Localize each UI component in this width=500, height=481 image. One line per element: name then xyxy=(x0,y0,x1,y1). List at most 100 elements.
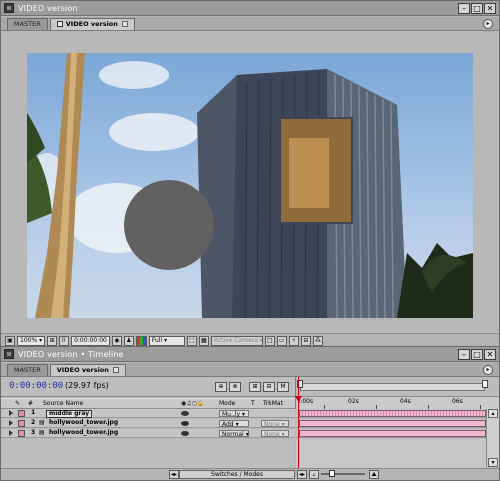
window-controls: – □ ✕ xyxy=(458,3,496,14)
always-preview-icon[interactable]: ▣ xyxy=(5,335,15,346)
timeline-window-title: VIDEO version • Timeline xyxy=(18,349,124,359)
timeline-footer: ◂▸ Switches / Modes ◂▸ ▵ ⛰ xyxy=(1,468,499,480)
tab-label: VIDEO version xyxy=(65,20,118,28)
zoom-out-icon[interactable]: ▵ xyxy=(309,470,319,479)
layer-source-name[interactable]: middle gray xyxy=(46,409,93,418)
switches-modes-toggle[interactable]: Switches / Modes xyxy=(179,470,295,479)
track-matte-dropdown[interactable]: None xyxy=(261,419,289,428)
label-color-swatch[interactable] xyxy=(18,419,25,427)
scroll-down-icon[interactable]: ▾ xyxy=(488,458,498,467)
snapshot-icon[interactable]: ◉ xyxy=(111,335,122,346)
layer-row[interactable]: 1 middle gray Mu..ly xyxy=(1,409,295,418)
time-ruler[interactable]: ):00s 02s 04s 06s xyxy=(295,377,499,409)
eye-icon[interactable] xyxy=(181,410,189,416)
magnification-dropdown[interactable]: 100% ▾ xyxy=(17,335,46,346)
layer-source-name[interactable]: hollywood_tower.jpg xyxy=(49,419,118,427)
layer-duration-bar[interactable] xyxy=(299,420,486,427)
mode-switch-icon[interactable]: ⊗ xyxy=(229,382,241,392)
app-icon xyxy=(4,349,14,359)
layer-column-header: ✎ # Source Name ◉♫○🔒 Mode T TrkMat xyxy=(1,398,295,409)
view-layout-icon[interactable]: □ xyxy=(264,335,275,346)
comp-window-title: VIDEO version xyxy=(18,3,78,13)
region-of-interest-icon[interactable]: ⬚ xyxy=(186,335,197,346)
safe-zones-icon[interactable]: ⊞ xyxy=(47,335,58,346)
vertical-scrollbar[interactable]: ▴ ▾ xyxy=(486,409,499,467)
expand-triangle-icon[interactable] xyxy=(9,410,13,416)
label-color-swatch[interactable] xyxy=(18,429,25,437)
resolution-dropdown[interactable]: Full ▾ xyxy=(148,335,185,346)
comp-title-bar[interactable]: VIDEO version – □ ✕ xyxy=(1,1,499,16)
resolution-value: Full xyxy=(151,336,163,344)
ruler-tick-label: ):00s xyxy=(298,398,314,405)
tab-label: MASTER xyxy=(14,20,41,28)
track-matte-dropdown[interactable]: None xyxy=(261,429,289,438)
expand-triangle-icon[interactable] xyxy=(9,420,13,426)
mask-view-icon[interactable]: ⌷ xyxy=(59,335,70,346)
timeline-tab-bar: MASTER VIDEO version ▸ xyxy=(1,363,499,377)
motion-blur-icon[interactable]: ⊟ xyxy=(263,382,275,392)
tab-video-version[interactable]: VIDEO version xyxy=(49,364,126,376)
label-color-swatch[interactable] xyxy=(18,409,25,417)
eye-icon[interactable] xyxy=(181,420,189,426)
layer-duration-bar[interactable] xyxy=(299,430,486,437)
layer-row[interactable]: 2 ▤ hollywood_tower.jpg Add None xyxy=(1,419,295,428)
trkmat-column-header: TrkMat xyxy=(263,400,283,407)
navigator-end-handle[interactable] xyxy=(482,380,488,388)
marker-icon[interactable]: M xyxy=(277,382,289,392)
composition-viewer[interactable] xyxy=(27,53,473,318)
minimize-icon[interactable]: – xyxy=(458,3,470,14)
layer-duration-bar[interactable] xyxy=(299,410,486,417)
middle-gray-circle[interactable] xyxy=(124,180,214,270)
show-snapshot-icon[interactable]: ♟ xyxy=(123,335,134,346)
maximize-icon[interactable]: □ xyxy=(471,3,483,14)
ruler-strip[interactable]: ):00s 02s 04s 06s xyxy=(296,396,499,409)
tab-master[interactable]: MASTER xyxy=(7,364,48,376)
source-name-column-header[interactable]: Source Name xyxy=(43,400,83,407)
fast-previews-icon[interactable]: ⚡ xyxy=(288,335,299,346)
zoom-slider-thumb[interactable] xyxy=(329,470,335,477)
tab-master[interactable]: MASTER xyxy=(7,18,48,30)
t-column-header: T xyxy=(251,400,255,407)
panel-menu-icon[interactable]: ▸ xyxy=(483,365,493,375)
ruler-tick-label: 04s xyxy=(400,398,411,405)
panel-menu-icon[interactable]: ▸ xyxy=(483,19,493,29)
comp-footer-bar: ▣ 100% ▾ ⊞ ⌷ 0:00:00:00 ◉ ♟ Full ▾ ⬚ ▦ A… xyxy=(1,333,499,347)
eye-icon[interactable] xyxy=(181,430,189,436)
zoom-in-icon[interactable]: ⛰ xyxy=(369,470,379,479)
layer-duration-track xyxy=(296,419,486,428)
pixel-aspect-icon[interactable]: ▭ xyxy=(276,335,287,346)
timeline-title-bar[interactable]: VIDEO version • Timeline – □ ✕ xyxy=(1,347,499,362)
expand-panel-icon[interactable]: ◂▸ xyxy=(297,470,308,479)
tab-close-icon[interactable] xyxy=(112,367,119,373)
timeline-tools: ⊕ ⊗ ⊞ ⊟ M xyxy=(215,382,289,392)
blend-mode-dropdown[interactable]: Add xyxy=(219,419,249,428)
maximize-icon[interactable]: □ xyxy=(471,349,483,360)
tab-video-version[interactable]: VIDEO version xyxy=(49,18,135,30)
channel-icon[interactable] xyxy=(135,335,147,346)
comp-flowchart-icon[interactable]: ⊕ xyxy=(215,382,227,392)
zoom-slider[interactable] xyxy=(321,470,365,477)
close-icon[interactable]: ✕ xyxy=(484,3,496,14)
time-navigator[interactable] xyxy=(300,383,485,391)
active-camera-dropdown[interactable]: Active Camera ▾ xyxy=(210,335,263,346)
layer-source-name[interactable]: hollywood_tower.jpg xyxy=(49,429,118,437)
skyscraper xyxy=(197,69,473,318)
flowchart-icon[interactable]: ⁂ xyxy=(312,335,323,346)
scroll-up-icon[interactable]: ▴ xyxy=(488,409,498,418)
blend-mode-dropdown[interactable]: Mu..ly xyxy=(219,409,249,418)
tab-close-icon[interactable] xyxy=(121,21,128,27)
window-controls: – □ ✕ xyxy=(458,349,496,360)
expand-triangle-icon[interactable] xyxy=(9,430,13,436)
timeline-icon[interactable]: ⊟ xyxy=(300,335,311,346)
frame-blending-icon[interactable]: ⊞ xyxy=(249,382,261,392)
close-icon[interactable]: ✕ xyxy=(484,349,496,360)
layer-row[interactable]: 3 ▤ hollywood_tower.jpg Normal None xyxy=(1,429,295,438)
transparency-grid-icon[interactable]: ▦ xyxy=(198,335,209,346)
minimize-icon[interactable]: – xyxy=(458,349,470,360)
current-time-indicator[interactable] xyxy=(298,377,299,479)
timeline-window: VIDEO version • Timeline – □ ✕ MASTER VI… xyxy=(0,346,500,481)
current-time-display[interactable]: 0:00:00:00 xyxy=(9,381,63,391)
expand-panel-icon[interactable]: ◂▸ xyxy=(169,470,180,479)
blend-mode-dropdown[interactable]: Normal xyxy=(219,429,249,438)
current-time-field[interactable]: 0:00:00:00 xyxy=(71,335,110,346)
